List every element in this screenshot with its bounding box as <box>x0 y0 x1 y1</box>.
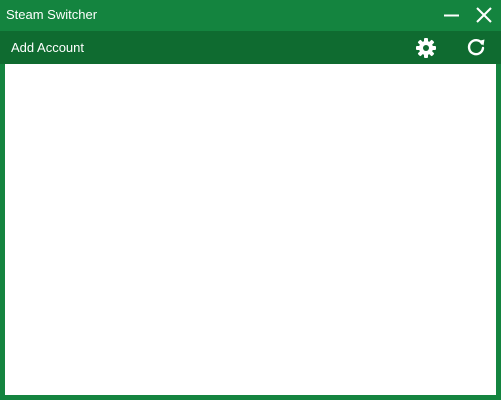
minimize-icon <box>444 14 459 17</box>
window-title: Steam Switcher <box>6 7 98 22</box>
account-list[interactable] <box>5 64 496 395</box>
add-account-button[interactable]: Add Account <box>11 40 84 55</box>
toolbar: Add Account <box>0 31 501 64</box>
refresh-icon <box>467 39 485 56</box>
close-icon <box>476 7 492 23</box>
app-window: Steam Switcher Add Account <box>0 0 501 400</box>
refresh-button[interactable] <box>463 35 489 61</box>
settings-button[interactable] <box>413 35 439 61</box>
gear-icon <box>416 38 436 58</box>
minimize-button[interactable] <box>434 0 468 31</box>
close-button[interactable] <box>467 0 501 31</box>
title-bar[interactable]: Steam Switcher <box>0 0 501 31</box>
